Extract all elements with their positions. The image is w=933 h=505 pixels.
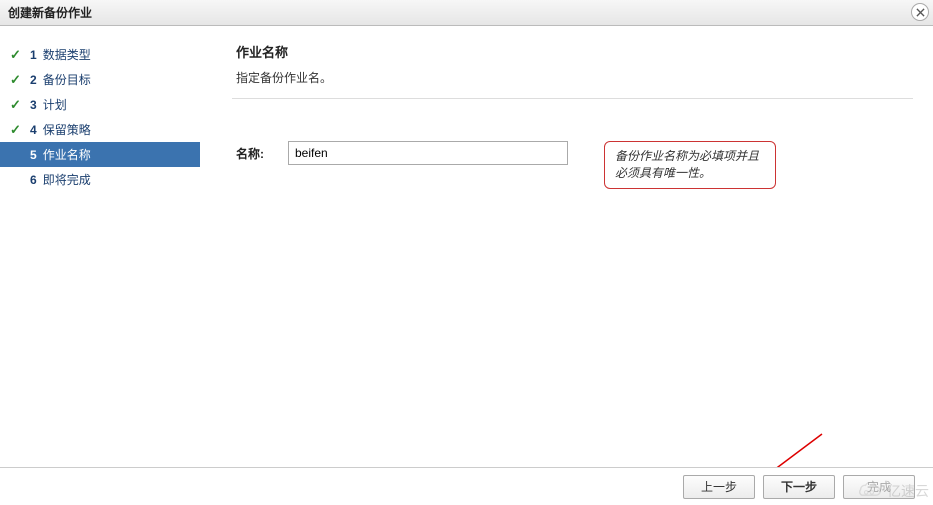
step-data-type[interactable]: ✓ 1 数据类型	[0, 42, 200, 67]
check-icon: ✓	[10, 72, 24, 88]
step-label: 保留策略	[43, 121, 91, 138]
separator	[232, 98, 913, 99]
back-button[interactable]: 上一步	[683, 475, 755, 499]
step-num: 3	[30, 98, 37, 112]
hint-box: 备份作业名称为必填项并且必须具有唯一性。	[604, 141, 776, 189]
finish-button[interactable]: 完成	[843, 475, 915, 499]
step-label: 计划	[43, 96, 67, 113]
close-icon	[916, 8, 925, 17]
step-num: 1	[30, 48, 37, 62]
wizard-sidebar: ✓ 1 数据类型 ✓ 2 备份目标 ✓ 3 计划 ✓ 4 保留策略 ✓ 5 作业…	[0, 26, 200, 466]
step-label: 数据类型	[43, 46, 91, 63]
dialog-body: ✓ 1 数据类型 ✓ 2 备份目标 ✓ 3 计划 ✓ 4 保留策略 ✓ 5 作业…	[0, 26, 933, 466]
page-heading: 作业名称	[236, 42, 913, 61]
step-schedule[interactable]: ✓ 3 计划	[0, 92, 200, 117]
titlebar: 创建新备份作业	[0, 0, 933, 26]
check-icon: ✓	[10, 122, 24, 138]
name-label: 名称:	[236, 141, 274, 162]
step-retention[interactable]: ✓ 4 保留策略	[0, 117, 200, 142]
step-finish[interactable]: ✓ 6 即将完成	[0, 167, 200, 192]
step-job-name[interactable]: ✓ 5 作业名称	[0, 142, 200, 167]
main-panel: 作业名称 指定备份作业名。 名称: 备份作业名称为必填项并且必须具有唯一性。	[200, 26, 933, 466]
close-button[interactable]	[911, 3, 929, 21]
step-num: 5	[30, 148, 37, 162]
step-label: 即将完成	[43, 171, 91, 188]
page-subheading: 指定备份作业名。	[236, 69, 913, 86]
check-icon: ✓	[10, 97, 24, 113]
step-num: 4	[30, 123, 37, 137]
check-icon: ✓	[10, 47, 24, 63]
step-num: 6	[30, 173, 37, 187]
step-label: 备份目标	[43, 71, 91, 88]
name-input[interactable]	[288, 141, 568, 165]
step-num: 2	[30, 73, 37, 87]
name-row: 名称: 备份作业名称为必填项并且必须具有唯一性。	[236, 141, 913, 189]
dialog-title: 创建新备份作业	[8, 4, 92, 21]
next-button[interactable]: 下一步	[763, 475, 835, 499]
step-label: 作业名称	[43, 146, 91, 163]
footer: 上一步 下一步 完成	[0, 467, 933, 505]
step-backup-target[interactable]: ✓ 2 备份目标	[0, 67, 200, 92]
